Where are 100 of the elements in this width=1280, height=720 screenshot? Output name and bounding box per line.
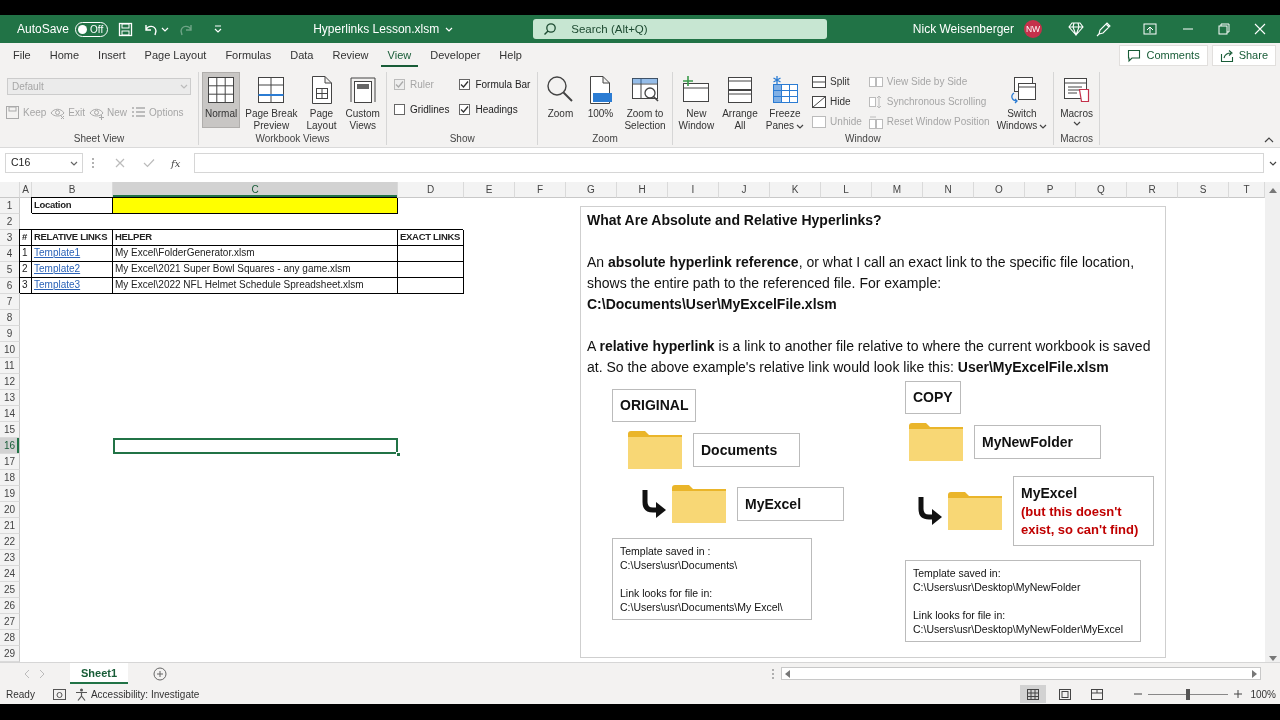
row-header[interactable]: 12: [0, 374, 20, 390]
ribbon-tab[interactable]: Developer: [423, 44, 488, 67]
sheet-tab[interactable]: Sheet1: [70, 663, 129, 684]
row-header[interactable]: 15: [0, 422, 20, 438]
row-header[interactable]: 14: [0, 406, 20, 422]
ribbon-button[interactable]: Switch Windows: [993, 72, 1051, 128]
view-button[interactable]: [1020, 685, 1047, 703]
ribbon-button[interactable]: Zoom: [541, 72, 580, 128]
column-header[interactable]: A: [20, 182, 32, 198]
row-header[interactable]: 22: [0, 534, 20, 550]
row-header[interactable]: 11: [0, 358, 20, 374]
checkbox-label[interactable]: Gridlines: [409, 101, 450, 117]
column-header[interactable]: L: [821, 182, 872, 198]
restore-icon[interactable]: [1218, 23, 1230, 35]
column-header[interactable]: G: [566, 182, 617, 198]
row-header[interactable]: 21: [0, 518, 20, 534]
ribbon-tab[interactable]: File: [6, 44, 38, 67]
ribbon-tab[interactable]: View: [380, 44, 419, 67]
diamond-icon[interactable]: [1068, 22, 1084, 36]
ribbon-button[interactable]: Freeze Panes: [762, 72, 808, 128]
row-header[interactable]: 10: [0, 342, 20, 358]
accessibility-icon[interactable]: [74, 687, 88, 701]
row-header[interactable]: 28: [0, 630, 20, 646]
column-header[interactable]: T: [1229, 182, 1265, 198]
ribbon-tab[interactable]: Insert: [91, 44, 133, 67]
row-header[interactable]: 27: [0, 614, 20, 630]
row-header[interactable]: 24: [0, 566, 20, 582]
ribbon-tab[interactable]: Help: [492, 44, 529, 67]
row-header[interactable]: 8: [0, 310, 20, 326]
scroll-left-icon[interactable]: [784, 669, 791, 678]
ribbon-button[interactable]: Hide: [809, 92, 864, 111]
customize-icon[interactable]: [213, 24, 224, 34]
column-header[interactable]: I: [668, 182, 719, 198]
ribbon-button[interactable]: Page Break Preview: [242, 72, 301, 128]
row-header[interactable]: 17: [0, 454, 20, 470]
column-header[interactable]: F: [515, 182, 566, 198]
column-header[interactable]: S: [1178, 182, 1229, 198]
active-cell[interactable]: [113, 438, 398, 454]
save-icon[interactable]: [118, 21, 134, 37]
hyperlink[interactable]: Template2: [32, 262, 113, 278]
row-header[interactable]: 16: [0, 438, 20, 454]
ribbon-button[interactable]: Comments: [1119, 45, 1208, 66]
vertical-scrollbar[interactable]: [1265, 182, 1280, 662]
row-header[interactable]: 5: [0, 262, 20, 278]
column-header[interactable]: P: [1025, 182, 1076, 198]
ribbon-button[interactable]: Custom Views: [342, 72, 383, 128]
ribbon-button[interactable]: Normal: [202, 72, 241, 128]
checkbox-label[interactable]: Headings: [475, 101, 518, 117]
ribbon-display-icon[interactable]: [1143, 23, 1157, 35]
checkbox-label[interactable]: Formula Bar: [475, 76, 531, 92]
row-header[interactable]: 26: [0, 598, 20, 614]
column-header[interactable]: E: [464, 182, 515, 198]
user-name[interactable]: Nick Weisenberger: [912, 20, 1014, 38]
ribbon-button[interactable]: Arrange All: [719, 72, 761, 128]
column-header[interactable]: M: [872, 182, 923, 198]
row-header[interactable]: 6: [0, 278, 20, 294]
scroll-up-icon[interactable]: [1268, 187, 1277, 193]
column-header[interactable]: J: [719, 182, 770, 198]
row-header[interactable]: 2: [0, 214, 20, 230]
row-header[interactable]: 9: [0, 326, 20, 342]
column-header[interactable]: H: [617, 182, 668, 198]
column-header[interactable]: C: [113, 182, 398, 198]
macro-record-icon[interactable]: [52, 688, 66, 700]
column-header[interactable]: Q: [1076, 182, 1127, 198]
row-header[interactable]: 20: [0, 502, 20, 518]
column-header[interactable]: D: [398, 182, 464, 198]
row-header[interactable]: 18: [0, 470, 20, 486]
row-header[interactable]: 1: [0, 198, 20, 214]
checkbox[interactable]: [393, 103, 405, 115]
column-header[interactable]: R: [1127, 182, 1178, 198]
zoom-in-icon[interactable]: [1234, 690, 1243, 698]
accessibility-status[interactable]: Accessibility: Investigate: [90, 686, 200, 702]
ribbon-button[interactable]: Split: [809, 72, 864, 91]
horizontal-scrollbar[interactable]: [781, 667, 1262, 680]
slider-thumb[interactable]: [1186, 688, 1191, 700]
column-header[interactable]: N: [923, 182, 974, 198]
hyperlink[interactable]: Template3: [32, 278, 113, 294]
ribbon-button[interactable]: Share: [1211, 45, 1276, 66]
row-header[interactable]: 4: [0, 246, 20, 262]
zoom-level[interactable]: 100%: [1250, 686, 1276, 702]
ribbon-tab[interactable]: Data: [283, 44, 321, 67]
ribbon-button[interactable]: Macros: [1057, 72, 1096, 128]
insert-function-button[interactable]: fx: [165, 154, 187, 172]
column-header[interactable]: K: [770, 182, 821, 198]
caret-icon[interactable]: [1269, 159, 1277, 167]
formula-field[interactable]: [194, 153, 1264, 173]
ribbon-button[interactable]: 100%: [581, 72, 620, 128]
ribbon-tab[interactable]: Page Layout: [137, 44, 214, 67]
row-header[interactable]: 29: [0, 646, 20, 662]
pen-icon[interactable]: [1096, 21, 1112, 37]
close-icon[interactable]: [1254, 23, 1266, 35]
column-header[interactable]: B: [32, 182, 113, 198]
row-header[interactable]: 25: [0, 582, 20, 598]
ribbon-button[interactable]: New Window: [675, 72, 718, 128]
search-field[interactable]: Search (Alt+Q): [533, 19, 828, 39]
ribbon-button[interactable]: Zoom to Selection: [621, 72, 669, 128]
row-header[interactable]: 23: [0, 550, 20, 566]
column-header[interactable]: O: [974, 182, 1025, 198]
ribbon-tab[interactable]: Formulas: [218, 44, 279, 67]
name-box[interactable]: C16: [5, 153, 83, 173]
